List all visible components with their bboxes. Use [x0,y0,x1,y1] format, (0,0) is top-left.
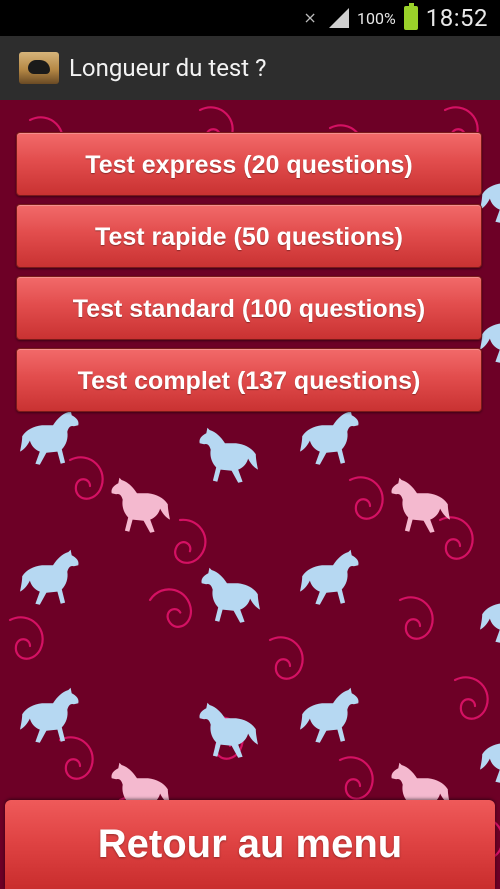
signal-icon [329,8,350,28]
test-standard-button[interactable]: Test standard (100 questions) [16,276,482,340]
page-title: Longueur du test ? [69,54,267,82]
test-express-button[interactable]: Test express (20 questions) [16,132,482,196]
mute-icon: ⨯ [303,8,317,27]
content-area: Test express (20 questions) Test rapide … [0,100,500,889]
horse-app-icon[interactable] [19,52,59,84]
test-complet-button[interactable]: Test complet (137 questions) [16,348,482,412]
status-bar: ⨯ 100% 18:52 [0,0,500,36]
test-length-list: Test express (20 questions) Test rapide … [16,132,484,420]
status-icons: ⨯ 100% 18:52 [299,0,488,36]
battery-icon [403,3,418,30]
clock: 18:52 [425,4,488,32]
battery-percent: 100% [357,8,396,28]
action-bar: Longueur du test ? [0,36,500,100]
test-rapide-button[interactable]: Test rapide (50 questions) [16,204,482,268]
back-to-menu-button[interactable]: Retour au menu [5,800,495,889]
